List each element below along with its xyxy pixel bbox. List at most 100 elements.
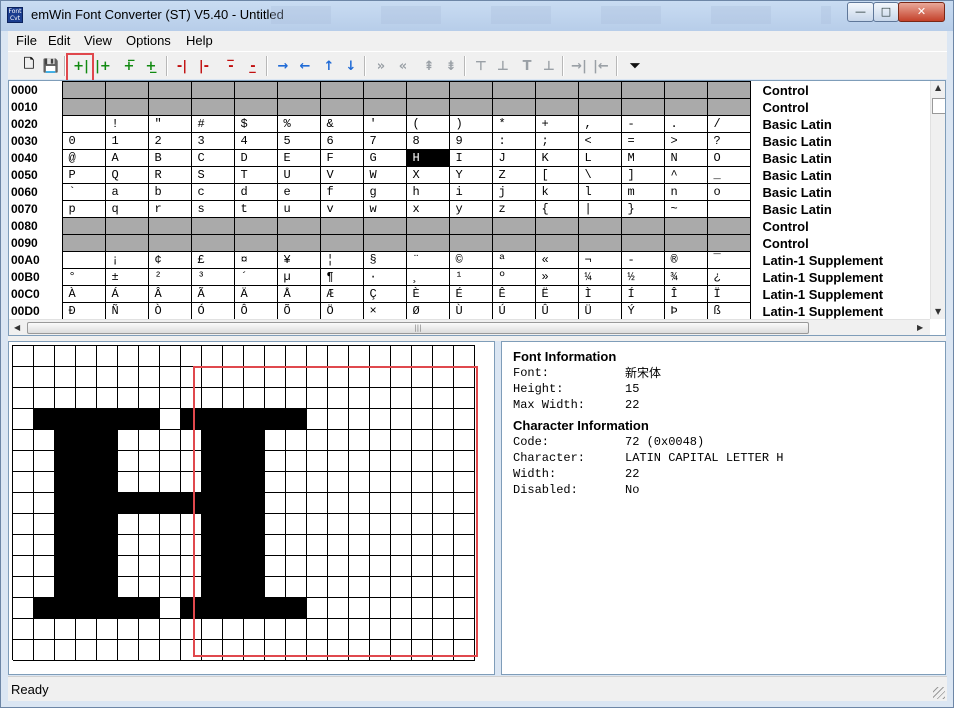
pixel[interactable]	[244, 451, 265, 472]
pixel[interactable]	[181, 493, 202, 514]
char-cell[interactable]	[663, 234, 708, 252]
char-cell[interactable]: g	[362, 183, 407, 201]
pixel[interactable]	[55, 640, 76, 661]
char-cell[interactable]: v	[319, 200, 364, 218]
char-cell[interactable]: ²	[147, 268, 192, 286]
scroll-right-icon[interactable]: ▶	[917, 323, 923, 332]
pixel[interactable]	[76, 577, 97, 598]
char-cell[interactable]: f	[319, 183, 364, 201]
char-cell[interactable]	[405, 81, 450, 99]
pixel[interactable]	[160, 388, 181, 409]
pixel[interactable]	[160, 535, 181, 556]
pixel[interactable]	[55, 535, 76, 556]
char-cell[interactable]: V	[319, 166, 364, 184]
char-cell[interactable]: }	[620, 200, 665, 218]
char-cell[interactable]: «	[534, 251, 579, 269]
char-cell[interactable]	[663, 81, 708, 99]
pixel[interactable]	[97, 493, 118, 514]
pixel[interactable]	[223, 451, 244, 472]
pixel[interactable]	[97, 640, 118, 661]
pixel[interactable]	[265, 556, 286, 577]
pixel[interactable]	[433, 619, 454, 640]
char-cell[interactable]	[147, 234, 192, 252]
pixel[interactable]	[55, 493, 76, 514]
pixel[interactable]	[223, 577, 244, 598]
pixel[interactable]	[76, 598, 97, 619]
fast-forward-button[interactable]: »	[370, 55, 392, 77]
char-cell[interactable]: I	[448, 149, 493, 167]
move-top-button[interactable]: T	[516, 55, 538, 77]
char-cell[interactable]: 1	[104, 132, 149, 150]
fast-back-button[interactable]: «	[392, 55, 414, 77]
char-cell[interactable]	[104, 98, 149, 116]
pixel[interactable]	[181, 388, 202, 409]
pixel[interactable]	[433, 598, 454, 619]
pixel[interactable]	[97, 430, 118, 451]
pixel[interactable]	[349, 451, 370, 472]
pixel[interactable]	[454, 535, 475, 556]
char-cell[interactable]	[706, 234, 751, 252]
char-cell[interactable]	[233, 81, 278, 99]
pixel[interactable]	[328, 598, 349, 619]
pixel[interactable]	[118, 367, 139, 388]
pixel[interactable]	[307, 346, 328, 367]
char-cell[interactable]: Á	[104, 285, 149, 303]
pixel[interactable]	[328, 556, 349, 577]
pixel[interactable]	[391, 430, 412, 451]
char-cell[interactable]	[233, 98, 278, 116]
disable-block-up-button[interactable]: -̅	[220, 55, 242, 77]
pixel[interactable]	[349, 640, 370, 661]
pixel[interactable]	[181, 430, 202, 451]
pixel[interactable]	[433, 514, 454, 535]
char-cell[interactable]: ¿	[706, 268, 751, 286]
menu-help[interactable]: Help	[186, 33, 213, 48]
pixel[interactable]	[34, 598, 55, 619]
pixel[interactable]	[97, 451, 118, 472]
pixel[interactable]	[118, 598, 139, 619]
pixel[interactable]	[139, 535, 160, 556]
char-cell[interactable]	[577, 217, 622, 235]
pixel[interactable]	[13, 367, 34, 388]
pixel[interactable]	[97, 556, 118, 577]
pixel[interactable]	[97, 388, 118, 409]
char-cell[interactable]: É	[448, 285, 493, 303]
pixel[interactable]	[286, 388, 307, 409]
pixel[interactable]	[139, 472, 160, 493]
char-cell[interactable]: Ý	[620, 302, 665, 320]
pixel[interactable]	[118, 556, 139, 577]
char-cell[interactable]: ^	[663, 166, 708, 184]
char-cell[interactable]	[577, 98, 622, 116]
pixel[interactable]	[307, 556, 328, 577]
pixel[interactable]	[55, 388, 76, 409]
char-cell[interactable]	[61, 217, 106, 235]
pixel[interactable]	[433, 388, 454, 409]
char-cell[interactable]: d	[233, 183, 278, 201]
char-cell[interactable]: ®	[663, 251, 708, 269]
char-cell[interactable]: E	[276, 149, 321, 167]
pixel[interactable]	[139, 367, 160, 388]
pixel[interactable]	[118, 430, 139, 451]
pixel[interactable]	[349, 367, 370, 388]
pixel[interactable]	[202, 577, 223, 598]
pixel[interactable]	[223, 640, 244, 661]
pixel[interactable]	[307, 535, 328, 556]
char-cell[interactable]	[405, 217, 450, 235]
pixel[interactable]	[391, 493, 412, 514]
pixel[interactable]	[307, 388, 328, 409]
char-cell[interactable]: »	[534, 268, 579, 286]
pixel[interactable]	[97, 619, 118, 640]
pixel[interactable]	[223, 472, 244, 493]
pixel[interactable]	[349, 409, 370, 430]
char-cell[interactable]: ¹	[448, 268, 493, 286]
char-cell[interactable]: `	[61, 183, 106, 201]
char-cell[interactable]: À	[61, 285, 106, 303]
char-cell[interactable]: Ë	[534, 285, 579, 303]
pixel[interactable]	[370, 388, 391, 409]
pixel[interactable]	[160, 514, 181, 535]
pixel[interactable]	[349, 535, 370, 556]
pixel[interactable]	[97, 598, 118, 619]
char-cell[interactable]	[706, 217, 751, 235]
pixel[interactable]	[412, 514, 433, 535]
pixel[interactable]	[433, 577, 454, 598]
char-cell[interactable]: P	[61, 166, 106, 184]
